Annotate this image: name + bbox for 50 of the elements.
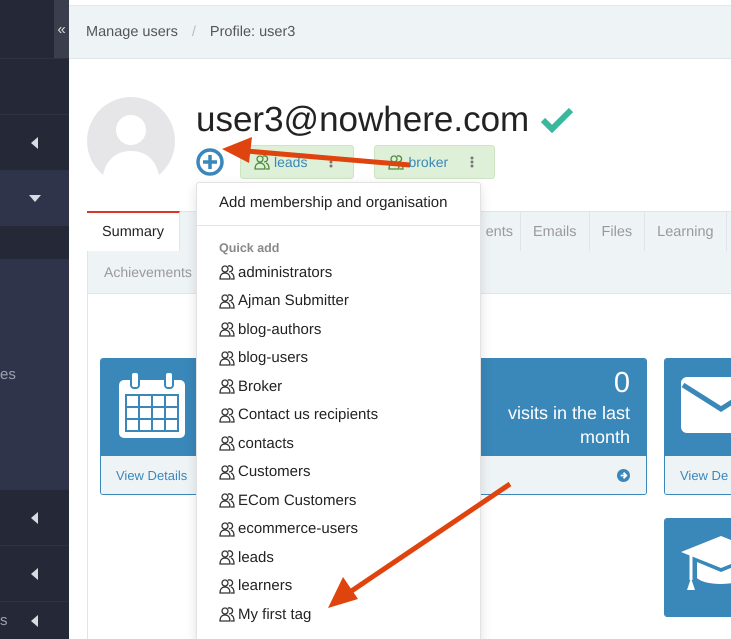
menu-item[interactable]: Contact us recipients xyxy=(197,400,480,429)
submenu-item[interactable] xyxy=(0,226,69,259)
caret-left-icon xyxy=(31,614,38,626)
arrow-circle-right-icon[interactable] xyxy=(617,468,630,482)
menu-item[interactable]: blog-authors xyxy=(197,315,480,344)
menu-item[interactable]: learners xyxy=(197,572,480,600)
group-icon xyxy=(219,264,235,280)
group-icon xyxy=(219,350,235,366)
collapse-sidebar-button[interactable]: « xyxy=(54,0,69,58)
menu-item[interactable]: leads xyxy=(197,543,480,572)
menu-item[interactable]: ECom Customers xyxy=(197,486,480,514)
menu-item[interactable]: Add membership and organisation xyxy=(197,183,480,225)
avatar-icon xyxy=(87,97,175,185)
menu-section-heading: Quick add xyxy=(218,240,280,257)
group-icon xyxy=(219,406,235,423)
stat-value: 0 xyxy=(614,366,630,401)
group-icon xyxy=(219,578,235,594)
stat-caption: visits in the last month xyxy=(506,402,630,449)
add-circle-icon[interactable] xyxy=(196,148,224,176)
menu-item[interactable]: blog-users xyxy=(197,344,480,372)
user-email-title: user3@nowhere.com xyxy=(196,102,530,136)
menu-item[interactable]: Customers xyxy=(197,458,480,486)
sidebar-item[interactable] xyxy=(0,170,69,226)
group-icon xyxy=(219,435,235,452)
group-icon xyxy=(219,492,235,508)
caret-down-icon xyxy=(28,195,40,202)
group-icon xyxy=(219,292,235,309)
group-icon xyxy=(219,321,235,338)
menu-item[interactable]: ecommerce-users xyxy=(197,514,480,543)
group-icon xyxy=(219,464,235,480)
menu-item[interactable]: Broker xyxy=(197,372,480,400)
tab[interactable]: Summary xyxy=(87,211,180,251)
menu-item[interactable]: contacts xyxy=(197,429,480,458)
kebab-menu-icon[interactable] xyxy=(470,156,474,168)
submenu-item[interactable]: es xyxy=(0,366,16,382)
breadcrumb-separator: / xyxy=(190,24,197,40)
caret-left-icon xyxy=(31,568,38,580)
group-icon xyxy=(219,606,235,622)
caret-left-icon xyxy=(31,136,38,148)
sidebar-item[interactable]: s xyxy=(0,601,69,639)
breadcrumb-link[interactable]: Profile: user3 xyxy=(210,24,296,40)
breadcrumb-link[interactable]: Manage users xyxy=(86,24,178,40)
view-details-link[interactable]: View Details xyxy=(116,468,188,482)
group-icon xyxy=(219,520,235,537)
group-icon xyxy=(254,154,270,170)
menu-item[interactable]: My first tag xyxy=(197,600,480,628)
caret-left-icon xyxy=(31,512,38,524)
group-icon xyxy=(219,549,235,566)
group-icon xyxy=(219,378,235,394)
group-icon xyxy=(388,154,404,170)
